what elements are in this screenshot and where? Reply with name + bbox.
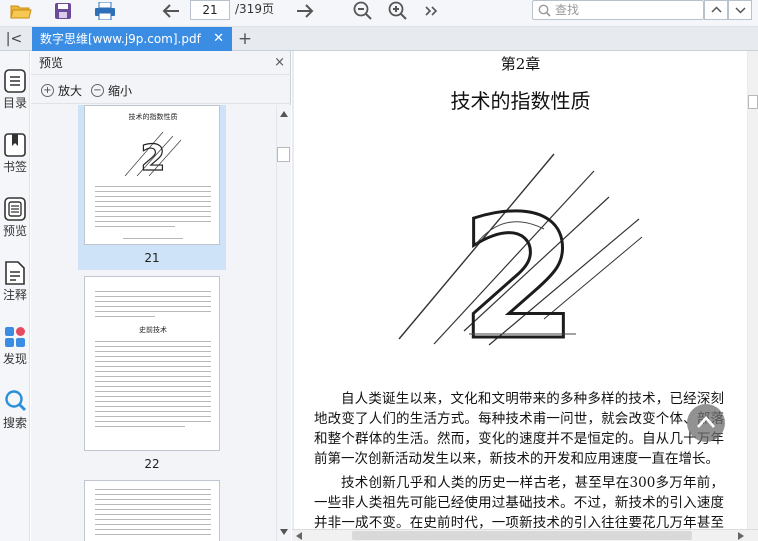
thumbnail-page-21[interactable]: 技术的指数性质 2 (84, 105, 220, 245)
thumbnail-heading: 技术的指数性质 (128, 113, 178, 121)
prev-page-button[interactable] (158, 0, 184, 22)
discover-icon (5, 327, 25, 347)
sidebar-rail: 目录 书签 预览 注释 发现 搜索 (0, 51, 30, 541)
thumbnail-zoom-row: + 放大 − 缩小 (31, 76, 291, 104)
page-total-label: /319页 (235, 2, 274, 16)
more-tools-button[interactable] (420, 0, 442, 22)
thumbnail-page-23[interactable] (84, 480, 220, 541)
chevron-up-icon (697, 416, 715, 428)
thumbnail-numeral-art: 2 (124, 131, 182, 178)
sidebar-item-label: 发现 (2, 352, 27, 366)
zoom-in-icon: + (41, 83, 54, 97)
sidebar-item-label: 注释 (2, 288, 27, 302)
thumbnail-scrollbar[interactable] (276, 105, 291, 541)
page-number-input[interactable]: 21 (190, 0, 230, 20)
double-chevron-right-icon (425, 6, 438, 16)
search-next-button[interactable] (728, 0, 752, 20)
zoom-out-button[interactable] (350, 0, 376, 22)
zoom-out-label: 缩小 (108, 83, 133, 98)
document-h-scrollbar-thumb[interactable] (352, 531, 692, 540)
document-scrollbar-thumb[interactable] (748, 95, 758, 109)
scroll-up-arrow-icon[interactable] (280, 111, 288, 117)
sidebar-item-annotations[interactable]: 注释 (0, 261, 30, 303)
thumbnail-zoom-out-button[interactable]: − 缩小 (91, 80, 132, 100)
zoom-out-icon (353, 1, 372, 20)
document-horizontal-scrollbar[interactable] (292, 529, 758, 541)
sidebar-item-label: 预览 (2, 224, 27, 238)
bookmark-icon (4, 133, 26, 157)
thumbnail-label: 22 (144, 457, 160, 471)
sidebar-item-search[interactable]: 搜索 (0, 389, 30, 431)
save-icon (55, 3, 71, 19)
thumbnail-scrollbar-thumb[interactable] (277, 147, 290, 162)
toolbar: 21 /319页 查找 (0, 0, 758, 27)
scroll-left-arrow-icon[interactable] (296, 532, 302, 540)
preview-icon (4, 197, 26, 221)
pdf-reader-window: 21 /319页 查找 |< 数字思维[www.j9p.com].pdf ✕ +… (0, 0, 758, 541)
new-tab-button[interactable]: + (236, 27, 254, 51)
search-placeholder: 查找 (555, 3, 580, 17)
collapse-sidebar-button[interactable]: |< (0, 27, 28, 51)
document-view: 第2章 技术的指数性质 2 自人类诞生以来，文化和文明带来的多种多样的技术，已经… (292, 51, 758, 541)
arrow-right-icon (297, 4, 314, 18)
sidebar-item-preview[interactable]: 预览 (0, 197, 30, 239)
document-vertical-scrollbar[interactable] (748, 51, 758, 529)
print-button[interactable] (92, 0, 118, 22)
sidebar-item-discover[interactable]: 发现 (0, 325, 30, 367)
search-prev-button[interactable] (704, 0, 728, 20)
thumbnail-heading: 史前技术 (139, 326, 167, 334)
preview-panel-title: 预览 (39, 56, 64, 70)
sidebar-item-label: 搜索 (2, 416, 27, 430)
search-icon (538, 4, 551, 17)
paragraph: 自人类诞生以来，文化和文明带来的多种多样的技术，已经深刻地改变了人们的生活方式。… (314, 391, 724, 467)
preview-panel-close-button[interactable]: × (274, 51, 285, 75)
chapter-number: 第2章 (500, 55, 541, 73)
preview-panel: 预览 × + 放大 − 缩小 技术的指数性质 2 21 史前技术 22 (31, 51, 291, 541)
scroll-right-arrow-icon[interactable] (738, 532, 744, 540)
zoom-in-icon (388, 1, 407, 20)
sidebar-item-label: 书签 (2, 160, 27, 174)
toc-icon (4, 69, 26, 93)
sidebar-item-toc[interactable]: 目录 (0, 69, 30, 111)
tab-bar: |< 数字思维[www.j9p.com].pdf ✕ + (0, 27, 758, 51)
chapter-numeral: 2 (460, 180, 578, 349)
back-to-top-button[interactable] (687, 404, 725, 442)
next-page-button[interactable] (292, 0, 318, 22)
preview-panel-header: 预览 × (31, 51, 291, 75)
zoom-in-button[interactable] (385, 0, 411, 22)
sidebar-item-label: 目录 (2, 96, 27, 110)
tab-document[interactable]: 数字思维[www.j9p.com].pdf ✕ (32, 27, 232, 51)
chevron-up-icon (711, 6, 722, 13)
annotation-icon (5, 261, 25, 285)
zoom-out-icon: − (91, 83, 104, 97)
thumbnail-label: 21 (144, 251, 160, 265)
thumbnail-list: 技术的指数性质 2 21 史前技术 22 (31, 105, 275, 541)
folder-icon (10, 5, 32, 19)
printer-icon (95, 2, 115, 20)
thumbnail-numeral: 2 (140, 138, 165, 178)
chapter-numeral-illustration: 2 (398, 153, 643, 349)
save-button[interactable] (50, 0, 76, 22)
search-icon (5, 390, 26, 411)
document-page: 第2章 技术的指数性质 2 自人类诞生以来，文化和文明带来的多种多样的技术，已经… (294, 51, 747, 541)
tab-title: 数字思维[www.j9p.com].pdf (40, 32, 201, 46)
thumbnail-zoom-in-button[interactable]: + 放大 (41, 80, 82, 100)
zoom-in-label: 放大 (58, 83, 83, 98)
chapter-title: 技术的指数性质 (450, 89, 591, 113)
tab-close-button[interactable]: ✕ (213, 27, 224, 51)
scroll-down-arrow-icon[interactable] (280, 529, 288, 535)
chevron-down-icon (735, 7, 746, 14)
sidebar-item-bookmarks[interactable]: 书签 (0, 133, 30, 175)
search-input[interactable]: 查找 (532, 0, 704, 20)
arrow-left-icon (162, 4, 179, 18)
open-folder-button[interactable] (8, 0, 34, 22)
thumbnail-page-22[interactable]: 史前技术 (84, 276, 220, 451)
